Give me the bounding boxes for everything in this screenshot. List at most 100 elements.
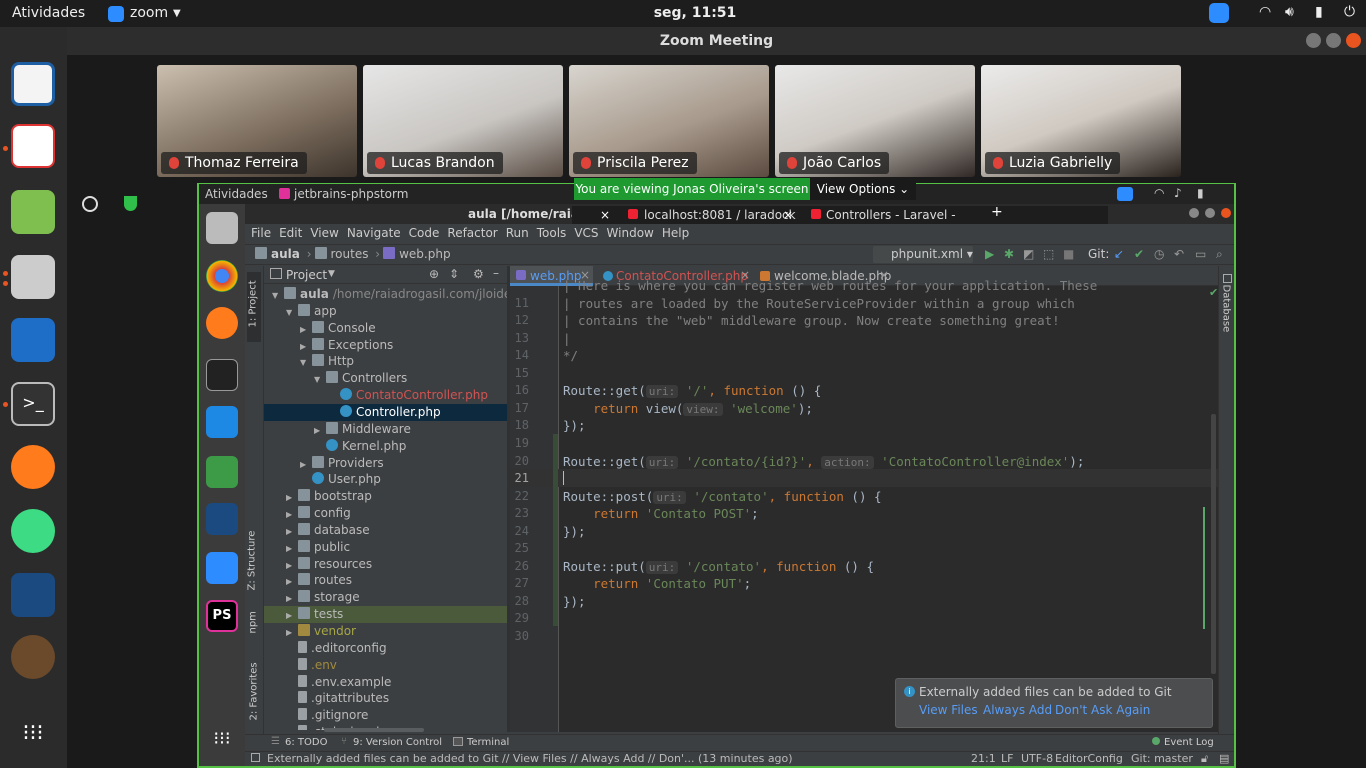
code-line[interactable]: | Here is where you can register web rou… (563, 277, 1097, 295)
run-icon[interactable]: ▶ (985, 247, 994, 261)
gear-icon[interactable]: ⚙ (473, 267, 484, 281)
spreadsheet-icon[interactable] (206, 456, 238, 488)
inspection-ok-icon[interactable]: ✔ (1209, 286, 1218, 299)
close-icon[interactable]: × (783, 208, 793, 222)
browser-tab[interactable]: Controllers - Laravel - The (826, 208, 958, 222)
tree-folder[interactable]: ▶ vendor (264, 623, 510, 640)
tool-tab-npm[interactable]: npm (248, 606, 259, 633)
participant-tile[interactable]: Thomaz Ferreira (157, 65, 357, 177)
menu-file[interactable]: File (251, 226, 271, 240)
tool-tab-terminal[interactable]: Terminal (467, 737, 509, 748)
show-apps-icon[interactable]: ⁝⁝⁝ (11, 712, 55, 756)
activities-button[interactable]: Atividades (12, 5, 85, 21)
files-icon[interactable] (206, 212, 238, 244)
close-icon[interactable]: × (600, 208, 610, 222)
menu-navigate[interactable]: Navigate (347, 226, 401, 240)
tree-folder[interactable]: ▶ config (264, 505, 510, 522)
tree-file[interactable]: Kernel.php (264, 438, 510, 455)
zoom-tray-icon[interactable] (1117, 187, 1133, 201)
tree-file[interactable]: .env.example (264, 674, 510, 691)
firefox-icon[interactable] (206, 307, 238, 339)
caret-position[interactable]: 21:1 (971, 752, 996, 765)
battery-icon[interactable]: ▮ (1197, 186, 1204, 200)
maximize-icon[interactable] (1205, 208, 1215, 218)
code-line[interactable]: | contains the "web" middleware group. N… (563, 312, 1060, 330)
hide-icon[interactable]: – (493, 266, 499, 280)
stop-icon[interactable]: ■ (1063, 247, 1074, 261)
chevron-right-icon[interactable]: ▶ (286, 489, 298, 506)
menu-window[interactable]: Window (607, 226, 654, 240)
tree-folder[interactable]: ▶ database (264, 522, 510, 539)
trash-icon[interactable]: ▤ (1219, 752, 1229, 765)
code-line[interactable]: return view(view: 'welcome'); (563, 400, 813, 418)
menu-tools[interactable]: Tools (537, 226, 567, 240)
shared-activities[interactable]: Atividades (205, 187, 268, 201)
code-line[interactable]: Route::post(uri: '/contato', function ()… (563, 488, 882, 506)
shared-app-menu[interactable]: jetbrains-phpstorm (294, 187, 408, 201)
participant-tile[interactable]: Lucas Brandon (363, 65, 563, 177)
chevron-right-icon[interactable]: ▶ (286, 573, 298, 590)
tool-tab-database[interactable]: Database (1221, 285, 1232, 335)
zoom-icon[interactable] (206, 552, 238, 584)
power-icon[interactable]: ⏻ (1344, 4, 1355, 20)
chevron-right-icon[interactable]: ▶ (286, 624, 298, 641)
firefox-icon[interactable] (11, 445, 55, 489)
tool-tab-favorites[interactable]: 2: Favorites (249, 659, 260, 720)
tree-folder[interactable]: ▼ aula/home/raiadrogasil.com/jloide/Deve (264, 286, 510, 303)
tree-folder[interactable]: ▶ Providers (264, 455, 510, 472)
participant-tile[interactable]: Priscila Perez (569, 65, 769, 177)
terminal-icon[interactable]: >_ (11, 382, 55, 426)
coverage-icon[interactable]: ◩ (1023, 247, 1034, 261)
menu-code[interactable]: Code (409, 226, 440, 240)
search-icon[interactable]: ⌕ (1216, 247, 1223, 262)
breadcrumb-item[interactable]: aula (271, 247, 300, 261)
code-line[interactable]: | (563, 330, 571, 348)
breadcrumb-item[interactable]: routes (331, 247, 369, 261)
code-line[interactable]: return 'Contato POST'; (563, 505, 759, 523)
tree-folder[interactable]: ▶ public (264, 539, 510, 556)
participant-tile[interactable]: Luzia Gabrielly (981, 65, 1181, 177)
tree-folder[interactable]: ▼ Controllers (264, 370, 510, 387)
android-studio-icon[interactable] (11, 509, 55, 553)
wifi-icon[interactable]: ◠ (1154, 186, 1164, 200)
menu-vcs[interactable]: VCS (574, 226, 598, 240)
line-separator[interactable]: LF (1001, 752, 1013, 765)
chevron-right-icon[interactable]: ▶ (314, 422, 326, 439)
chevron-down-icon[interactable]: ▼ (314, 371, 326, 388)
tree-folder[interactable]: ▶ resources (264, 556, 510, 573)
tool-tab-todo[interactable]: 6: TODO (285, 737, 327, 748)
tree-folder[interactable]: ▶ Middleware (264, 421, 510, 438)
tree-folder[interactable]: ▶ tests (264, 606, 510, 624)
minimize-icon[interactable] (1189, 208, 1199, 218)
tree-folder[interactable]: ▶ storage (264, 589, 510, 606)
chevron-right-icon[interactable]: ▶ (286, 540, 298, 557)
writer-icon[interactable] (11, 62, 55, 106)
evince-icon[interactable] (11, 124, 55, 168)
tree-folder[interactable]: ▶ bootstrap (264, 488, 510, 505)
tree-file[interactable]: .editorconfig (264, 640, 510, 657)
chevron-down-icon[interactable]: ▼ (328, 269, 335, 279)
encryption-shield-icon[interactable] (124, 196, 137, 211)
project-view-select[interactable]: Project (286, 268, 327, 282)
dbeaver-icon[interactable] (11, 635, 55, 679)
code-line[interactable]: return 'Contato PUT'; (563, 575, 751, 593)
terminal-icon[interactable] (206, 359, 238, 391)
status-message[interactable]: Externally added files can be added to G… (267, 752, 793, 765)
mysql-workbench-icon[interactable] (11, 573, 55, 617)
wifi-icon[interactable]: ◠ (1259, 4, 1271, 20)
tree-folder[interactable]: ▶ routes (264, 572, 510, 589)
view-files-link[interactable]: View Files (919, 703, 978, 717)
run-config-select[interactable]: phpunit.xml ▾ (873, 246, 973, 263)
files-icon[interactable] (11, 255, 55, 299)
volume-icon[interactable]: 🔊︎ (1285, 4, 1294, 20)
tree-file[interactable]: ContatoController.php (264, 387, 510, 404)
tree-folder[interactable]: ▼ app (264, 303, 510, 320)
chevron-down-icon[interactable]: ▼ (173, 8, 181, 19)
dont-ask-again-link[interactable]: Don't Ask Again (1055, 703, 1150, 717)
view-options-button[interactable]: View Options ⌄ (810, 178, 916, 200)
git-client-icon[interactable] (11, 318, 55, 362)
git-branch[interactable]: Git: master (1131, 752, 1193, 765)
build-icon[interactable]: ⬚ (1043, 247, 1054, 261)
code-line[interactable]: Route::get(uri: '/contato/{id?}', action… (563, 453, 1084, 471)
minimize-icon[interactable] (1306, 33, 1321, 48)
